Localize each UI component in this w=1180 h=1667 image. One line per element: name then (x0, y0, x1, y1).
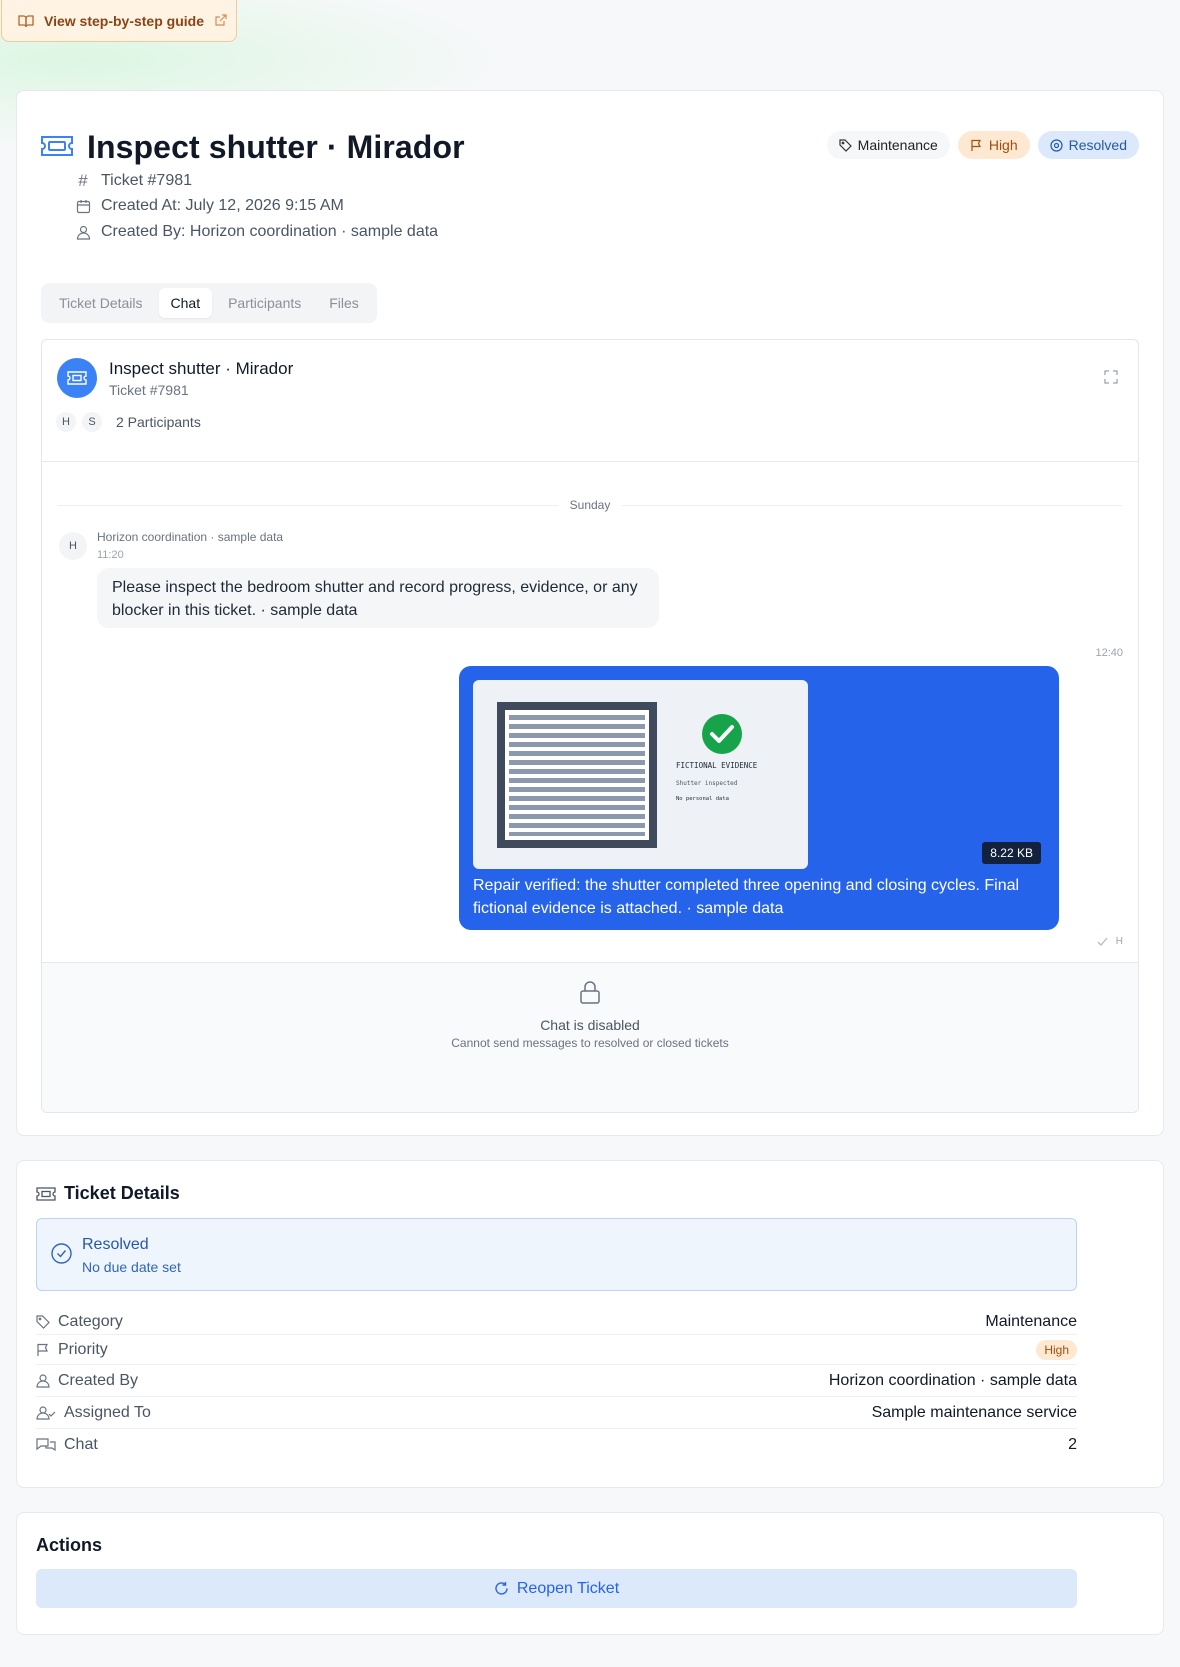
detail-value: Maintenance (985, 1312, 1077, 1330)
external-link-icon (215, 14, 227, 26)
chat-ticket-avatar (57, 358, 97, 398)
image-attachment[interactable]: FICTIONAL EVIDENCE Shutter inspected No … (473, 680, 808, 869)
details-title: Ticket Details (64, 1183, 180, 1203)
details-header: Ticket Details (36, 1183, 180, 1204)
ticket-tabs: Ticket Details Chat Participants Files (41, 283, 377, 323)
user-check-icon (36, 1405, 56, 1420)
day-separator: Sunday (58, 498, 1122, 512)
tag-icon (36, 1314, 50, 1329)
status-badge-label: Resolved (1068, 137, 1127, 153)
read-by-avatar: H (1115, 936, 1123, 947)
priority-badge: High (957, 131, 1030, 159)
status-summary: Resolved No due date set (36, 1218, 1077, 1291)
outgoing-message: FICTIONAL EVIDENCE Shutter inspected No … (459, 666, 1059, 930)
participants-summary[interactable]: H S 2 Participants (56, 412, 201, 432)
evidence-image (497, 702, 742, 848)
participant-avatar: S (82, 412, 102, 432)
ticket-number: Ticket #7981 (101, 172, 193, 189)
message-avatar: H (59, 532, 87, 560)
resolved-icon (1050, 138, 1063, 152)
check-circle-icon (51, 1243, 72, 1264)
tag-icon (839, 138, 852, 152)
detail-label: Priority (58, 1340, 108, 1358)
book-icon (18, 14, 34, 27)
priority-pill: High (1036, 1339, 1077, 1360)
detail-value: Horizon coordination · sample data (828, 1371, 1077, 1389)
detail-row-category: Category Maintenance (36, 1309, 1077, 1335)
ticket-badges: Maintenance High Resolved (826, 131, 1139, 159)
detail-row-assigned-to: Assigned To Sample maintenance service (36, 1397, 1077, 1429)
attachment-caption-line2: No personal data (676, 796, 729, 802)
reopen-ticket-button[interactable]: Reopen Ticket (36, 1569, 1077, 1608)
detail-value: 2 (1068, 1436, 1077, 1453)
status-badge: Resolved (1037, 131, 1139, 159)
detail-label: Category (58, 1312, 123, 1330)
tab-files[interactable]: Files (317, 288, 371, 318)
detail-label: Chat (64, 1436, 98, 1453)
chat-title: Inspect shutter · Mirador (109, 359, 294, 378)
attachment-caption-title: FICTIONAL EVIDENCE (676, 761, 758, 770)
chat-subtitle: Ticket #7981 (109, 382, 189, 398)
expand-icon[interactable] (1104, 370, 1118, 384)
refresh-icon (495, 1582, 508, 1595)
participants-count: 2 Participants (116, 414, 201, 430)
chat-disabled-subtitle: Cannot send messages to resolved or clos… (451, 1036, 729, 1050)
detail-row-chat: Chat 2 (36, 1429, 1077, 1461)
detail-row-priority: Priority High (36, 1335, 1077, 1365)
incoming-message: Please inspect the bedroom shutter and r… (97, 568, 659, 628)
message-author: Horizon coordination · sample data (97, 530, 284, 544)
attachment-size: 8.22 KB (982, 842, 1041, 864)
ticket-icon (41, 136, 73, 156)
guide-label: View step-by-step guide (44, 12, 204, 29)
attachment-caption-line1: Shutter inspected (676, 780, 738, 787)
status-subtitle: No due date set (82, 1259, 181, 1275)
flag-icon (971, 139, 981, 151)
category-badge-label: Maintenance (857, 137, 938, 153)
chat-panel: Inspect shutter · Mirador Ticket #7981 H… (41, 339, 1139, 1113)
priority-badge-label: High (988, 137, 1018, 153)
ticket-icon (36, 1186, 56, 1201)
user-icon (36, 1373, 50, 1388)
hash-icon: # (78, 171, 88, 190)
message-time: 12:40 (1095, 647, 1123, 659)
ticket-details-card: Ticket Details Resolved No due date set … (16, 1160, 1164, 1488)
detail-value: Sample maintenance service (871, 1403, 1077, 1421)
actions-title: Actions (36, 1535, 103, 1555)
check-icon (1097, 937, 1108, 946)
view-guide-link[interactable]: View step-by-step guide (1, 0, 237, 42)
ticket-card: Inspect shutter · Mirador Maintenance Hi… (16, 90, 1164, 1136)
ticket-title: Inspect shutter · Mirador (87, 129, 465, 165)
user-icon (75, 225, 91, 240)
tab-chat[interactable]: Chat (158, 288, 213, 318)
chat-disabled-notice: Chat is disabled Cannot send messages to… (42, 962, 1138, 1112)
detail-label: Assigned To (64, 1403, 151, 1421)
created-at: Created At: July 12, 2026 9:15 AM (101, 197, 344, 214)
detail-label: Created By (58, 1371, 139, 1389)
tab-ticket-details[interactable]: Ticket Details (47, 288, 155, 318)
chat-disabled-title: Chat is disabled (540, 1017, 640, 1033)
chat-bubbles-icon (36, 1438, 56, 1452)
outgoing-message-text: Repair verified: the shutter completed t… (473, 877, 1020, 917)
status-title: Resolved (82, 1236, 149, 1253)
created-at-row: Created At: July 12, 2026 9:15 AM (75, 197, 344, 215)
flag-icon (37, 1343, 48, 1356)
created-by: Created By: Horizon coordination · sampl… (101, 223, 439, 240)
message-time: 11:20 (97, 549, 124, 561)
ticket-number-row: # Ticket #7981 (75, 171, 192, 191)
participant-avatar: H (56, 412, 76, 432)
read-receipt: H (1097, 936, 1123, 947)
divider (42, 461, 1138, 462)
detail-row-created-by: Created By Horizon coordination · sample… (36, 1365, 1077, 1397)
reopen-label: Reopen Ticket (516, 1579, 620, 1597)
created-by-row: Created By: Horizon coordination · sampl… (75, 223, 438, 241)
category-badge: Maintenance (826, 131, 950, 159)
actions-card: Actions Reopen Ticket (16, 1512, 1164, 1635)
lock-icon (580, 981, 600, 1004)
tab-participants[interactable]: Participants (216, 288, 313, 318)
calendar-icon (75, 199, 91, 214)
ticket-icon (67, 371, 87, 385)
day-label: Sunday (569, 498, 611, 512)
